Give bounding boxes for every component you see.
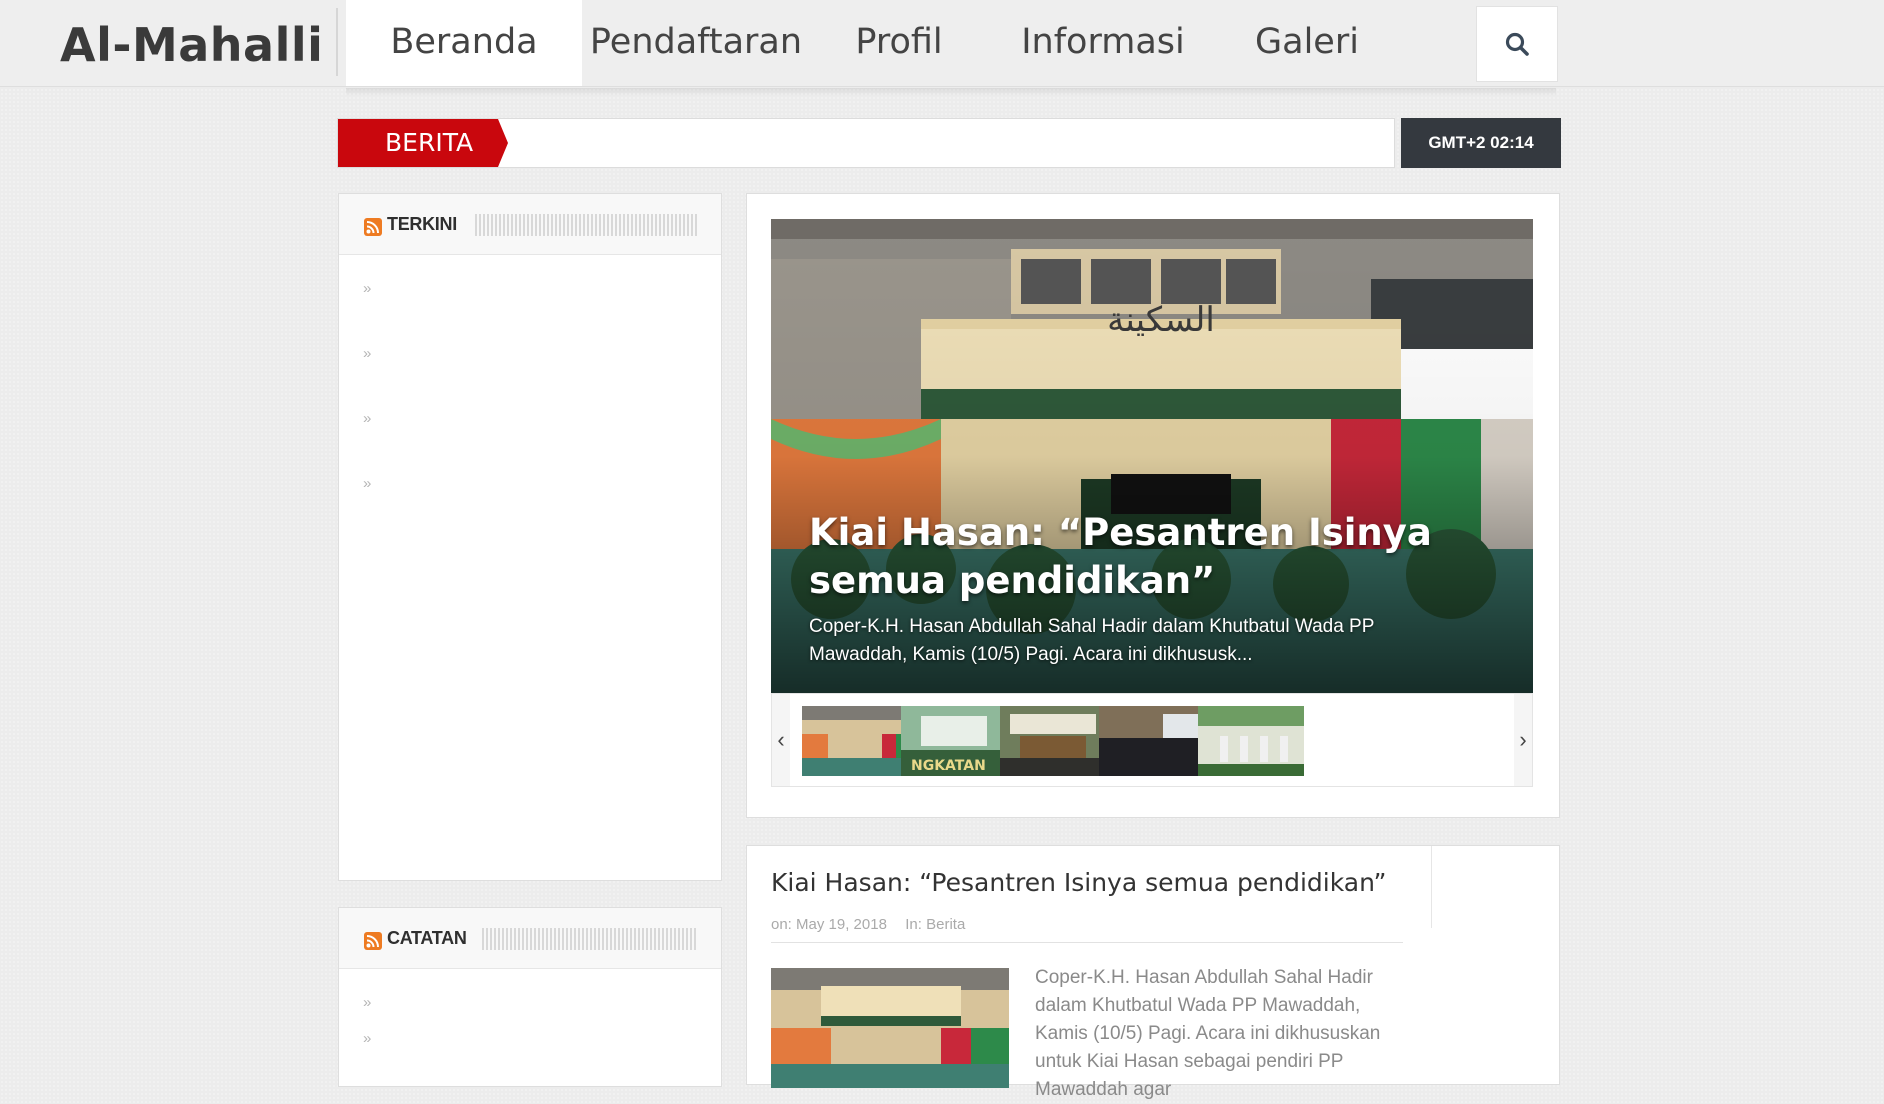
post-card: Kiai Hasan: “Pesantren Isinya semua pend… [746,845,1560,1100]
logo-divider [336,8,338,76]
site-logo[interactable]: Al-Mahalli [60,18,323,72]
rss-icon [364,218,382,236]
post-meta-divider [771,942,1403,943]
nav-item-pendaftaran[interactable]: Pendaftaran [582,0,810,86]
slider-thumbnail[interactable] [1000,706,1106,776]
time-display: GMT+2 02:14 [1401,118,1561,168]
breaking-label: BERITA [338,119,508,167]
widget-title: TERKINI [387,214,457,234]
list-item-chevron-icon[interactable]: » [363,345,371,362]
list-item-chevron-icon[interactable]: » [363,410,371,427]
widget-catatan: CATATAN » » [338,907,722,1087]
slider-thumbnail[interactable] [1099,706,1205,776]
nav-item-galeri[interactable]: Galeri [1218,0,1396,86]
slider-thumbnail[interactable] [1198,706,1304,776]
slide-excerpt: Coper-K.H. Hasan Abdullah Sahal Hadir da… [809,616,1375,665]
post-title[interactable]: Kiai Hasan: “Pesantren Isinya semua pend… [771,868,1387,897]
search-icon [1505,32,1529,56]
post-meta: on: May 19, 2018 In: Berita [771,916,965,933]
post-excerpt: Coper-K.H. Hasan Abdullah Sahal Hadir da… [1035,967,1381,1100]
list-item-chevron-icon[interactable]: » [363,994,371,1011]
header-shadow [346,88,1556,96]
title-stripe [482,928,697,950]
slider-thumbnails: ‹ › NGKATAN [771,693,1533,787]
nav-item-beranda[interactable]: Beranda [346,0,582,86]
search-button[interactable] [1476,6,1558,82]
nav-item-informasi[interactable]: Informasi [988,0,1218,86]
slider-thumbnail[interactable]: NGKATAN [901,706,1007,776]
top-header: Al-Mahalli Beranda Pendaftaran Profil In… [0,0,1884,87]
nav-item-profil[interactable]: Profil [810,0,988,86]
title-stripe [475,214,697,236]
widget-terkini-header: TERKINI [339,194,721,255]
main-nav: Beranda Pendaftaran Profil Informasi Gal… [346,0,1396,86]
chevron-left-icon[interactable]: ‹ [772,694,790,786]
slide-image[interactable]: السكينة Kiai Hasan: “Pesantren Isinya se… [771,219,1533,693]
widget-title: CATATAN [387,928,467,948]
post-thumbnail[interactable] [771,968,1009,1088]
list-item-chevron-icon[interactable]: » [363,1030,371,1047]
slider-thumbnail[interactable] [802,706,908,776]
post-divider [1431,846,1432,928]
widget-terkini: TERKINI » » » » [338,193,722,881]
list-item-chevron-icon[interactable]: » [363,280,371,297]
svg-text:NGKATAN: NGKATAN [911,758,986,774]
rss-icon [364,932,382,950]
featured-slider: السكينة Kiai Hasan: “Pesantren Isinya se… [746,193,1560,818]
slide-title[interactable]: Kiai Hasan: “Pesantren Isinya semua pend… [809,509,1499,605]
list-item-chevron-icon[interactable]: » [363,475,371,492]
post-date: on: May 19, 2018 [771,916,887,933]
breaking-news-bar: BERITA [337,118,1395,168]
widget-catatan-header: CATATAN [339,908,721,969]
chevron-right-icon[interactable]: › [1514,694,1532,786]
post-category[interactable]: In: Berita [905,916,965,933]
